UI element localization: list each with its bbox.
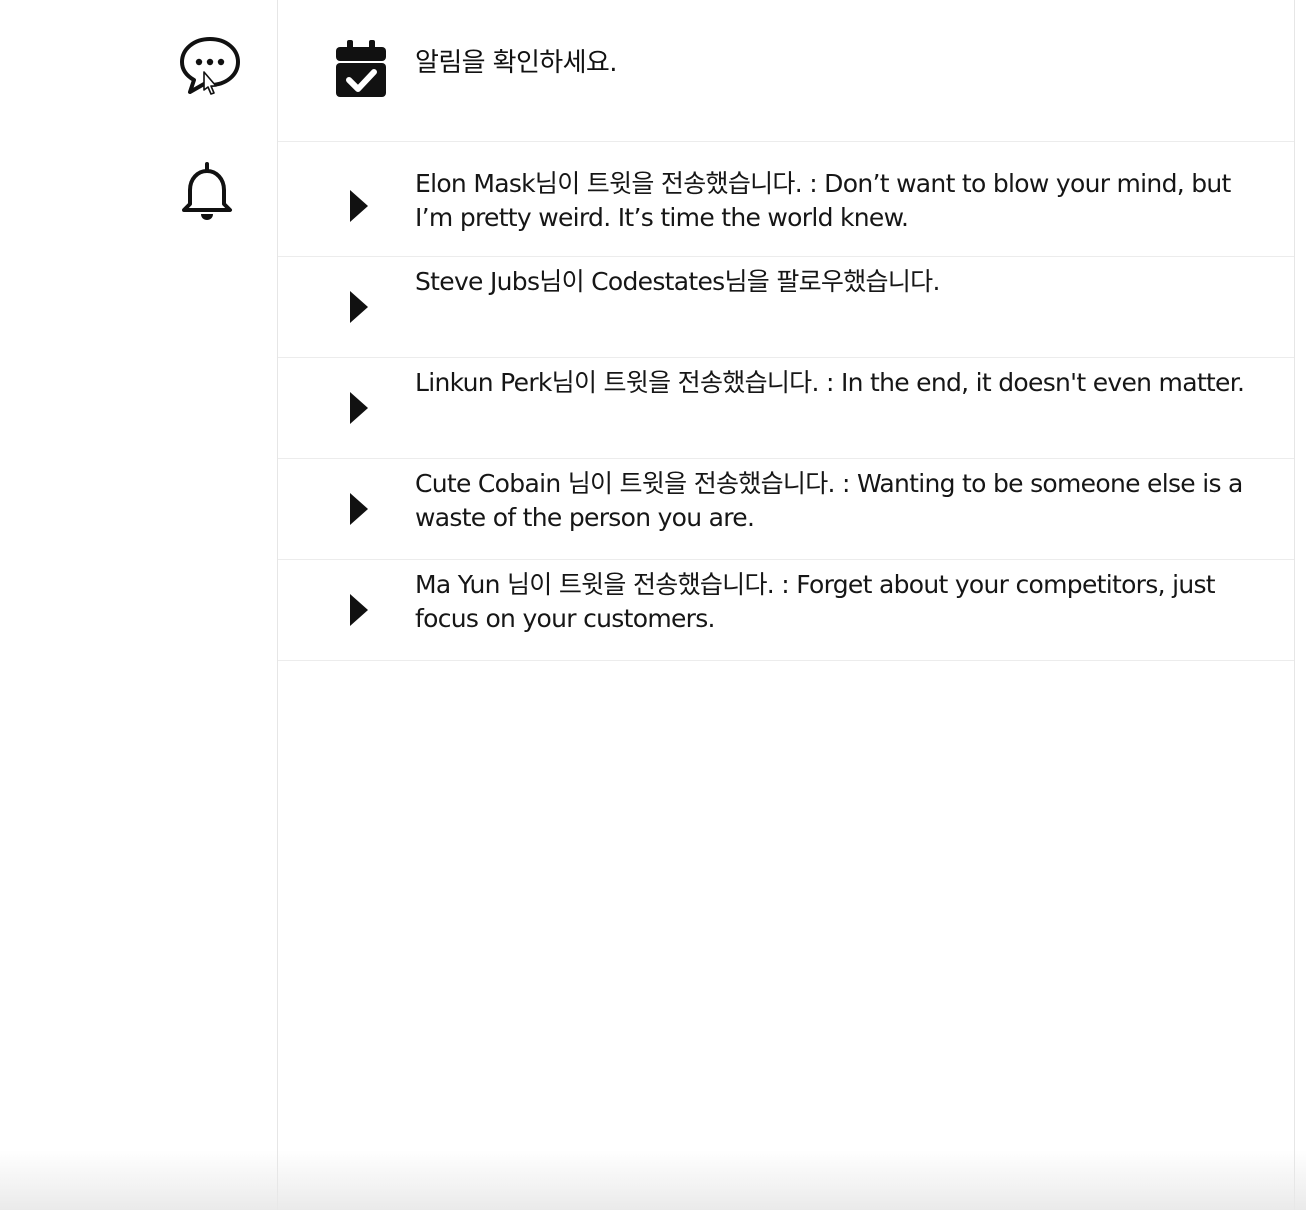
notification-text: Linkun Perk님이 트윗을 전송했습니다. : In the end, … [415,368,1245,397]
message-icon[interactable] [178,34,242,100]
notification-item[interactable]: Cute Cobain 님이 트윗을 전송했습니다. : Wanting to … [278,459,1294,560]
notification-item[interactable]: Ma Yun 님이 트윗을 전송했습니다. : Forget about you… [278,560,1294,661]
play-arrow-icon [348,289,370,325]
bell-icon[interactable] [178,160,236,224]
notification-list: Elon Mask님이 트윗을 전송했습니다. : Don’t want to … [278,142,1294,661]
page-title: 알림을 확인하세요. [415,48,617,78]
play-arrow-icon [348,390,370,426]
play-arrow-icon [348,491,370,527]
notification-item[interactable]: Elon Mask님이 트윗을 전송했습니다. : Don’t want to … [278,142,1294,257]
notifications-panel: 알림을 확인하세요. Elon Mask님이 트윗을 전송했습니다. : Don… [278,0,1295,1210]
play-arrow-icon [348,592,370,628]
calendar-check-icon [334,38,388,100]
notification-text: Ma Yun 님이 트윗을 전송했습니다. : Forget about you… [415,570,1216,633]
notifications-header: 알림을 확인하세요. [278,0,1294,142]
notification-text: Elon Mask님이 트윗을 전송했습니다. : Don’t want to … [415,169,1231,232]
notification-text: Cute Cobain 님이 트윗을 전송했습니다. : Wanting to … [415,469,1243,532]
play-arrow-icon [348,188,370,224]
notification-text: Steve Jubs님이 Codestates님을 팔로우했습니다. [415,267,940,296]
notification-item[interactable]: Linkun Perk님이 트윗을 전송했습니다. : In the end, … [278,358,1294,459]
app-root: 알림을 확인하세요. Elon Mask님이 트윗을 전송했습니다. : Don… [0,0,1306,1210]
sidebar [0,0,278,1210]
notification-item[interactable]: Steve Jubs님이 Codestates님을 팔로우했습니다. [278,257,1294,358]
